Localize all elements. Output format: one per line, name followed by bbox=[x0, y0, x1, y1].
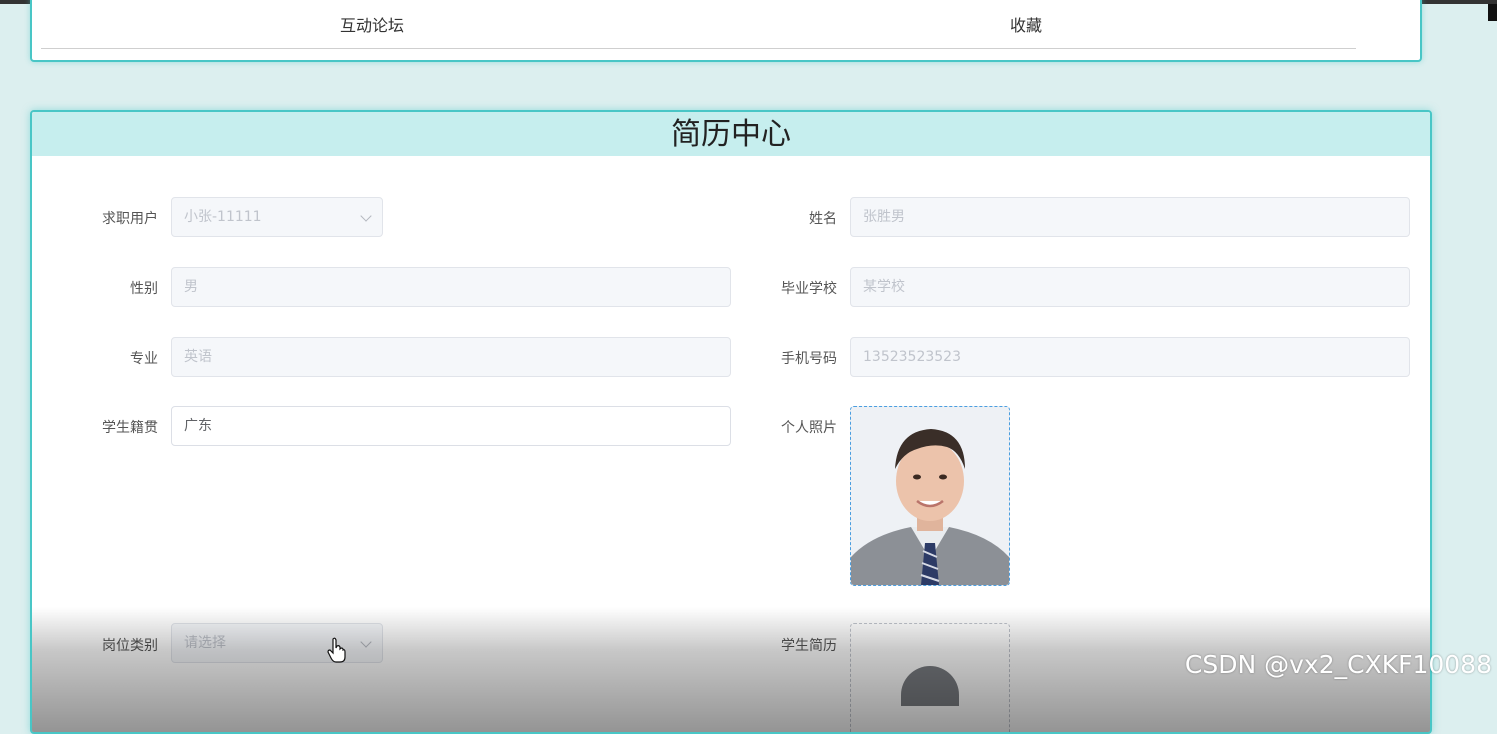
major-field[interactable]: 英语 bbox=[171, 337, 731, 377]
photo-upload[interactable] bbox=[850, 406, 1010, 586]
job-user-label: 求职用户 bbox=[102, 211, 158, 227]
chevron-down-icon bbox=[360, 636, 372, 648]
position-type-select[interactable]: 请选择 bbox=[171, 623, 383, 663]
profile-photo bbox=[851, 407, 1009, 585]
watermark-text: CSDN @vx2_CXKF10088 bbox=[1184, 650, 1492, 679]
nav-card: 互动论坛 收藏 bbox=[30, 0, 1422, 62]
nav-item-forum[interactable]: 互动论坛 bbox=[340, 12, 404, 36]
major-value: 英语 bbox=[184, 349, 212, 365]
nav-item-favorites[interactable]: 收藏 bbox=[1010, 12, 1042, 36]
position-type-label: 岗位类别 bbox=[102, 638, 158, 654]
resume-center-card: 简历中心 求职用户 小张-11111 姓名 张胜男 性别 男 毕业学校 某学校 … bbox=[30, 110, 1432, 734]
card-header: 简历中心 bbox=[32, 112, 1430, 156]
phone-field[interactable]: 13523523523 bbox=[850, 337, 1410, 377]
school-value: 某学校 bbox=[863, 279, 905, 295]
school-label: 毕业学校 bbox=[781, 281, 837, 297]
school-field[interactable]: 某学校 bbox=[850, 267, 1410, 307]
hand-cursor-icon bbox=[327, 637, 346, 663]
cloud-upload-icon bbox=[901, 666, 959, 706]
gender-label: 性别 bbox=[130, 281, 158, 297]
hometown-value: 广东 bbox=[184, 418, 212, 434]
name-label: 姓名 bbox=[809, 211, 837, 227]
position-type-placeholder: 请选择 bbox=[184, 635, 226, 651]
phone-value: 13523523523 bbox=[863, 349, 961, 365]
job-user-value: 小张-11111 bbox=[184, 209, 262, 225]
gender-value: 男 bbox=[184, 279, 198, 295]
chevron-down-icon bbox=[360, 210, 372, 222]
scroll-marker bbox=[1488, 4, 1497, 21]
name-field[interactable]: 张胜男 bbox=[850, 197, 1410, 237]
phone-label: 手机号码 bbox=[781, 351, 837, 367]
name-value: 张胜男 bbox=[863, 209, 905, 225]
hometown-label: 学生籍贯 bbox=[102, 420, 158, 436]
job-user-select[interactable]: 小张-11111 bbox=[171, 197, 383, 237]
resume-label: 学生简历 bbox=[781, 638, 837, 654]
gender-field[interactable]: 男 bbox=[171, 267, 731, 307]
major-label: 专业 bbox=[130, 351, 158, 367]
hometown-input[interactable]: 广东 bbox=[171, 406, 731, 446]
photo-label: 个人照片 bbox=[781, 420, 837, 436]
nav-divider bbox=[41, 48, 1356, 49]
resume-upload[interactable] bbox=[850, 623, 1010, 732]
page-title: 简历中心 bbox=[671, 117, 791, 152]
